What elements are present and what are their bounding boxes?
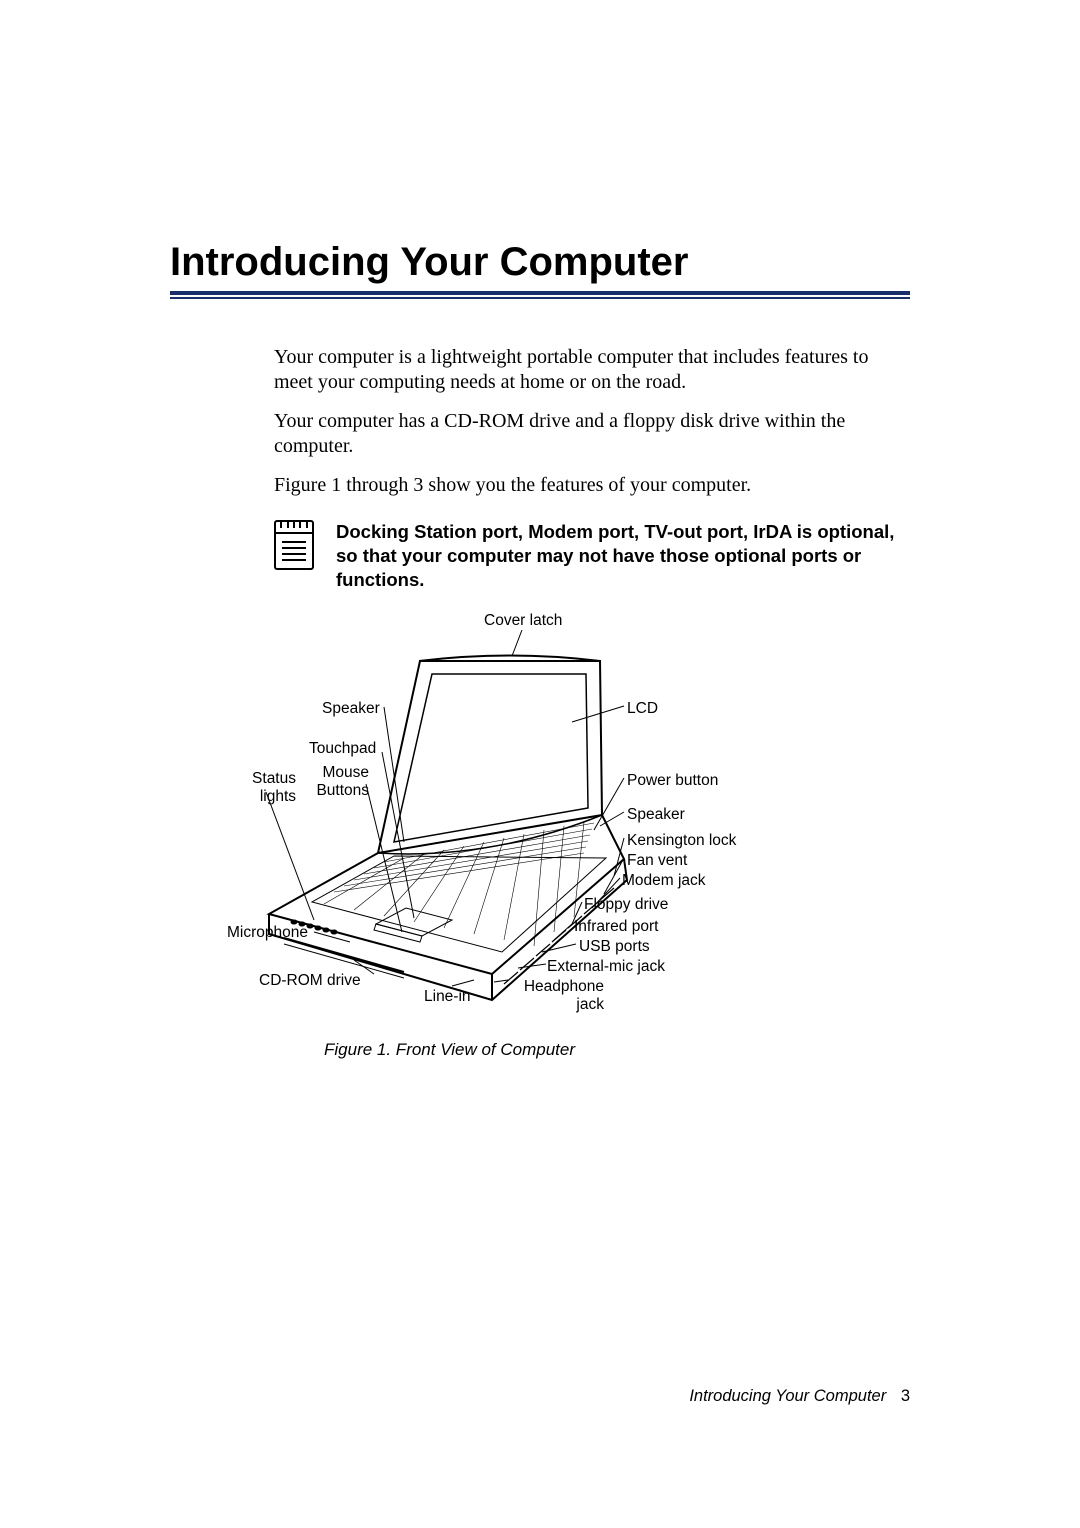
footer-section: Introducing Your Computer: [689, 1387, 886, 1405]
page-footer: Introducing Your Computer 3: [689, 1387, 910, 1406]
title-rule-thin: [170, 297, 910, 299]
title-rule-thick: [170, 291, 910, 295]
footer-page-number: 3: [901, 1387, 910, 1405]
body: Your computer is a lightweight portable …: [274, 345, 910, 1060]
paragraph-1: Your computer is a lightweight portable …: [274, 345, 910, 395]
figure: Cover latch Speaker Touchpad MouseButton…: [254, 612, 814, 1032]
figure-caption: Figure 1. Front View of Computer: [324, 1040, 910, 1060]
paragraph-3: Figure 1 through 3 show you the features…: [274, 473, 910, 498]
page-title: Introducing Your Computer: [170, 240, 910, 285]
laptop-diagram: [254, 612, 814, 1032]
note-block: Docking Station port, Modem port, TV-out…: [274, 520, 910, 592]
note-text: Docking Station port, Modem port, TV-out…: [336, 520, 910, 592]
notepad-icon: [274, 520, 314, 570]
page: Introducing Your Computer Your computer …: [0, 0, 1080, 1528]
paragraph-2: Your computer has a CD-ROM drive and a f…: [274, 409, 910, 459]
